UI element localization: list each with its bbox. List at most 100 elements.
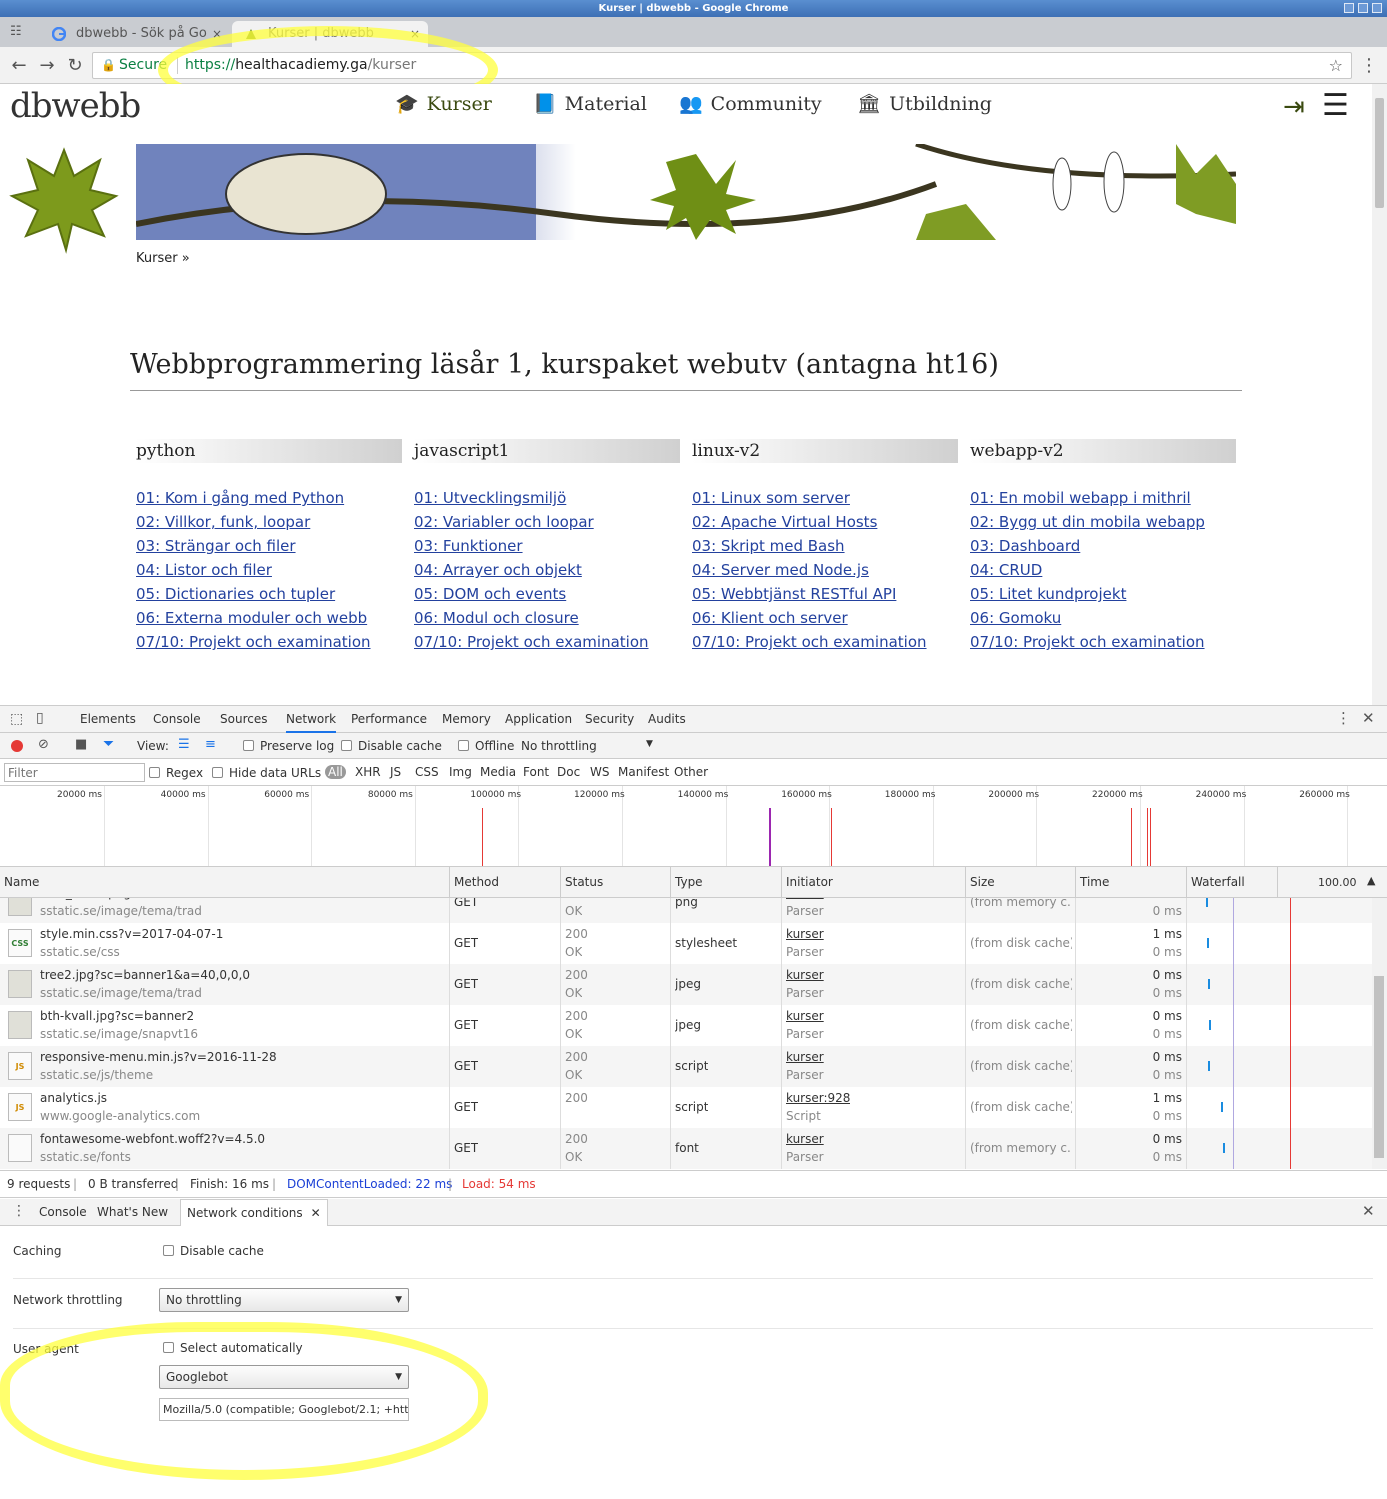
hamburger-menu-icon[interactable]: ☰ (1322, 88, 1349, 123)
course-link[interactable]: 04: Listor och filer (136, 561, 272, 579)
course-link[interactable]: 02: Villkor, funk, loopar (136, 513, 310, 531)
drawer-tab-console[interactable]: Console (39, 1199, 87, 1225)
filter-input[interactable] (4, 763, 145, 782)
type-filter-manifest[interactable]: Manifest (618, 765, 669, 779)
devtools-tab-elements[interactable]: Elements (80, 706, 136, 732)
course-link[interactable]: 06: Gomoku (970, 609, 1061, 627)
course-link[interactable]: 06: Externa moduler och webb (136, 609, 367, 627)
course-link[interactable]: 03: Dashboard (970, 537, 1080, 555)
bookmark-star-icon[interactable]: ☆ (1329, 53, 1343, 78)
request-initiator[interactable]: kurser (786, 1050, 824, 1064)
request-initiator[interactable]: kurser (786, 898, 824, 900)
devtools-tab-network[interactable]: Network (286, 706, 337, 733)
request-initiator[interactable]: kurser (786, 1132, 824, 1146)
requests-table[interactable]: blad_vekst.png sstatic.se/image/tema/trad… (0, 898, 1372, 1169)
course-link[interactable]: 01: Linux som server (692, 489, 850, 507)
throttling-select[interactable]: No throttling ▼ (521, 739, 655, 753)
devtools-menu-icon[interactable]: ⋮ (1336, 709, 1351, 727)
hide-data-urls-checkbox[interactable]: Hide data URLs (212, 766, 321, 780)
network-throttling-select[interactable]: No throttling ▼ (159, 1288, 409, 1312)
inspect-element-icon[interactable]: ⬚ (10, 711, 23, 727)
type-filter-css[interactable]: CSS (415, 765, 439, 779)
record-icon[interactable] (11, 740, 23, 752)
column-header-type[interactable]: Type (671, 867, 782, 897)
type-filter-xhr[interactable]: XHR (355, 765, 381, 779)
drawer-disable-cache-checkbox[interactable]: Disable cache (163, 1244, 264, 1258)
course-link[interactable]: 07/10: Projekt och examination (414, 633, 649, 651)
network-overview[interactable]: 20000 ms 40000 ms 60000 ms 80000 ms 100000 m… (0, 786, 1387, 867)
reload-icon[interactable]: ↻ (64, 55, 86, 76)
forward-icon[interactable]: → (36, 55, 58, 76)
type-filter-media[interactable]: Media (480, 765, 516, 779)
nav-material[interactable]: 📘 Material (533, 92, 647, 115)
drawer-menu-icon[interactable]: ⋮ (12, 1203, 26, 1219)
nav-utbildning[interactable]: 🏛 Utbildning (857, 92, 992, 115)
table-row[interactable]: blad_vekst.png sstatic.se/image/tema/trad… (0, 898, 1372, 923)
course-link[interactable]: 02: Variabler och loopar (414, 513, 594, 531)
type-filter-font[interactable]: Font (523, 765, 549, 779)
scrollbar-thumb[interactable] (1374, 976, 1384, 1158)
overview-icon[interactable]: ≡ (205, 737, 216, 752)
table-row[interactable]: JS analytics.js www.google-analytics.com GE… (0, 1087, 1372, 1128)
request-initiator[interactable]: kurser (786, 968, 824, 982)
scrollbar-thumb[interactable] (1375, 98, 1384, 208)
back-icon[interactable]: ← (8, 55, 30, 76)
devtools-tab-memory[interactable]: Memory (442, 706, 491, 732)
close-drawer-icon[interactable]: ✕ (1362, 1202, 1375, 1220)
course-link[interactable]: 02: Apache Virtual Hosts (692, 513, 877, 531)
course-link[interactable]: 05: Webbtjänst RESTful API (692, 585, 896, 603)
request-initiator[interactable]: kurser:928 (786, 1091, 850, 1105)
request-initiator[interactable]: kurser (786, 1009, 824, 1023)
drawer-tab-whats-new[interactable]: What's New (97, 1199, 168, 1225)
close-devtools-icon[interactable]: ✕ (1362, 709, 1375, 727)
course-link[interactable]: 01: En mobil webapp i mithril (970, 489, 1191, 507)
site-logo[interactable]: dbwebb (10, 86, 141, 126)
drawer-tab-network-conditions[interactable]: Network conditions ✕ (180, 1199, 328, 1226)
course-link[interactable]: 01: Kom i gång med Python (136, 489, 344, 507)
chrome-menu-icon[interactable]: ⋮ (1358, 55, 1380, 76)
course-link[interactable]: 02: Bygg ut din mobila webapp (970, 513, 1205, 531)
close-tab-icon[interactable]: ✕ (311, 1206, 321, 1220)
course-link[interactable]: 07/10: Projekt och examination (136, 633, 371, 651)
course-link[interactable]: 07/10: Projekt och examination (970, 633, 1205, 651)
nav-community[interactable]: 👥 Community (679, 92, 822, 115)
table-scrollbar[interactable] (1372, 898, 1387, 1169)
checkbox-box[interactable] (243, 740, 254, 751)
course-link[interactable]: 06: Klient och server (692, 609, 848, 627)
clear-icon[interactable]: ⊘ (38, 737, 49, 752)
minimize-button[interactable] (1344, 3, 1354, 13)
type-filter-js[interactable]: JS (390, 765, 401, 779)
checkbox-box[interactable] (458, 740, 469, 751)
checkbox-box[interactable] (212, 767, 223, 778)
checkbox-box[interactable] (163, 1245, 174, 1256)
course-link[interactable]: 05: Dictionaries och tupler (136, 585, 335, 603)
type-filter-all[interactable]: All (325, 765, 346, 779)
course-link[interactable]: 04: Server med Node.js (692, 561, 869, 579)
course-link[interactable]: 03: Funktioner (414, 537, 523, 555)
request-initiator[interactable]: kurser (786, 927, 824, 941)
capture-screenshots-icon[interactable]: ■ (75, 737, 87, 752)
preserve-log-checkbox[interactable]: Preserve log (243, 739, 334, 753)
column-header-status[interactable]: Status (561, 867, 671, 897)
column-header-waterfall[interactable]: Waterfall (1187, 867, 1278, 897)
column-header-size[interactable]: Size (966, 867, 1076, 897)
checkbox-box[interactable] (341, 740, 352, 751)
course-link[interactable]: 05: DOM och events (414, 585, 566, 603)
type-filter-other[interactable]: Other (674, 765, 708, 779)
close-window-button[interactable] (1372, 3, 1382, 13)
course-link[interactable]: 05: Litet kundprojekt (970, 585, 1126, 603)
checkbox-box[interactable] (149, 767, 160, 778)
course-link[interactable]: 04: Arrayer och objekt (414, 561, 582, 579)
devtools-tab-sources[interactable]: Sources (220, 706, 267, 732)
device-toolbar-icon[interactable]: ▯ (36, 710, 44, 726)
column-header-initiator[interactable]: Initiator (782, 867, 966, 897)
table-row[interactable]: CSS style.min.css?v=2017-04-07-1 sstatic.s… (0, 923, 1372, 964)
course-link[interactable]: 07/10: Projekt och examination (692, 633, 927, 651)
large-rows-icon[interactable]: ☰ (178, 737, 190, 752)
breadcrumb[interactable]: Kurser » (136, 251, 190, 266)
column-header-method[interactable]: Method (450, 867, 561, 897)
course-link[interactable]: 03: Skript med Bash (692, 537, 845, 555)
login-icon[interactable]: ⇥ (1283, 92, 1305, 122)
table-row[interactable]: JS responsive-menu.min.js?v=2016-11-28 sst… (0, 1046, 1372, 1087)
course-link[interactable]: 01: Utvecklingsmiljö (414, 489, 566, 507)
